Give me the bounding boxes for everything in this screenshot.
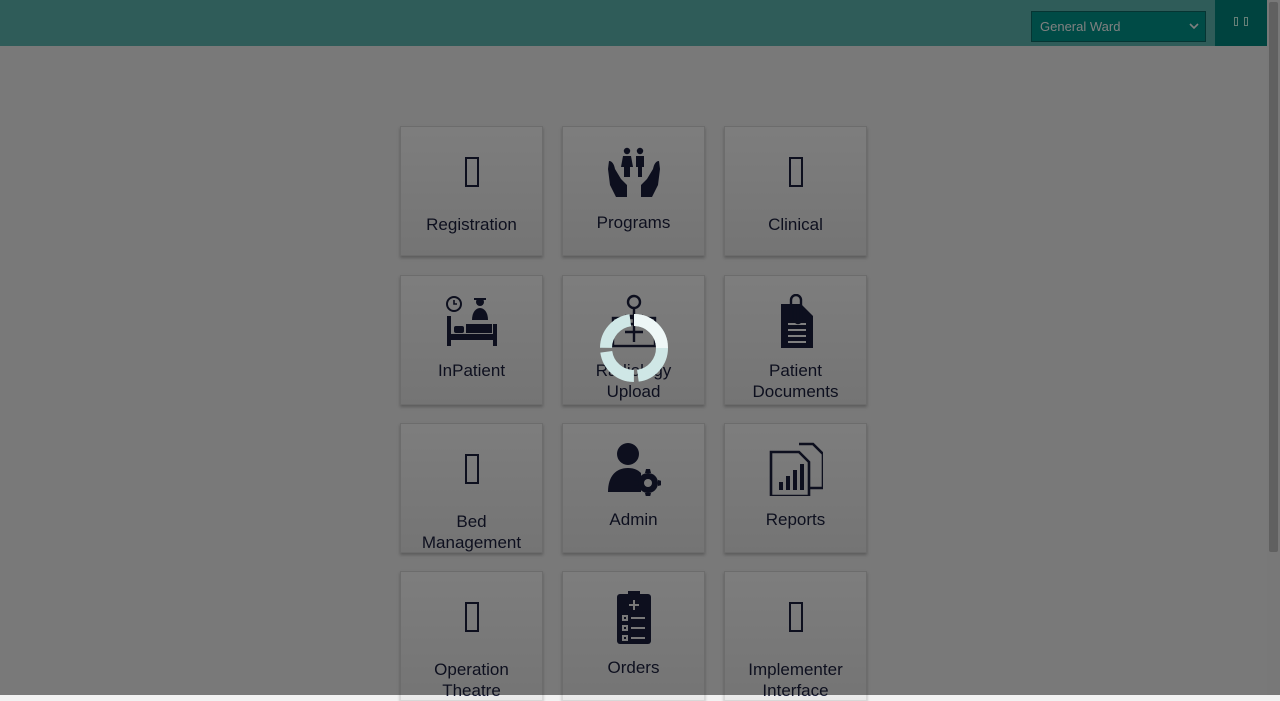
loading-spinner-icon (600, 314, 668, 382)
